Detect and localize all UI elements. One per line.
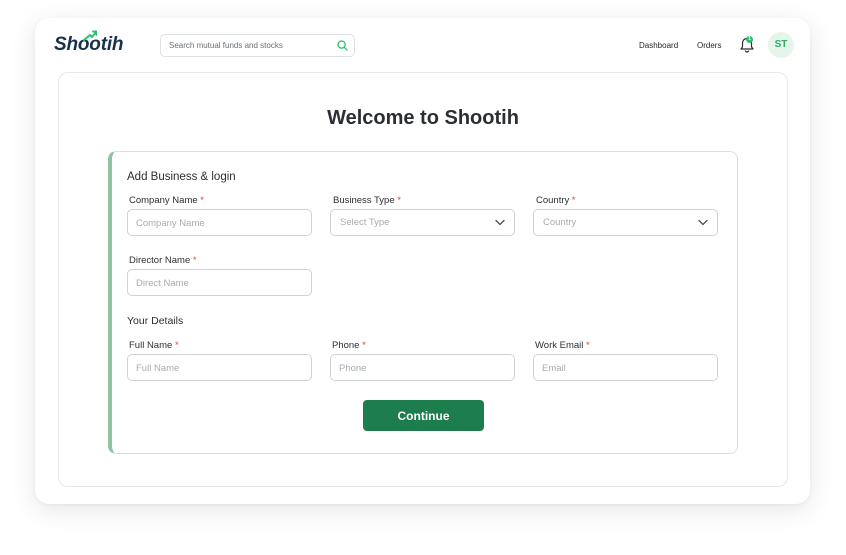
phone-field[interactable] (330, 354, 515, 381)
nav-dashboard[interactable]: Dashboard (639, 41, 678, 50)
app-window: Shootih Dashboard Orders 1 ST Welcome to… (35, 18, 810, 504)
business-type-label: Business Type * (333, 195, 401, 206)
required-marker: * (200, 195, 204, 206)
chevron-down-icon (495, 219, 505, 226)
director-name-input[interactable] (136, 276, 296, 290)
search-bar[interactable] (160, 34, 355, 57)
continue-button[interactable]: Continue (363, 400, 484, 431)
company-name-input[interactable] (136, 216, 296, 230)
section-title-business: Add Business & login (127, 171, 236, 183)
company-name-label: Company Name * (129, 195, 204, 206)
required-marker: * (571, 195, 576, 206)
page-title: Welcome to Shootih (327, 107, 519, 129)
logo-arrow-icon (83, 30, 97, 41)
required-marker: * (174, 340, 179, 351)
work-email-input[interactable] (542, 361, 702, 375)
phone-label: Phone * (332, 340, 366, 351)
avatar[interactable]: ST (768, 32, 794, 58)
director-name-field[interactable] (127, 269, 312, 296)
required-marker: * (192, 255, 197, 266)
full-name-label: Full Name * (129, 340, 179, 351)
main-content: Welcome to Shootih Add Business & login … (58, 72, 788, 487)
work-email-field[interactable] (533, 354, 718, 381)
section-title-details: Your Details (127, 315, 184, 327)
search-icon[interactable] (337, 40, 348, 51)
business-type-select[interactable]: Select Type (330, 209, 515, 236)
required-marker: * (397, 195, 401, 206)
full-name-input[interactable] (136, 361, 296, 375)
director-name-label: Director Name * (129, 255, 197, 266)
company-name-field[interactable] (127, 209, 312, 236)
business-type-placeholder: Select Type (340, 217, 390, 228)
country-placeholder: Country (543, 217, 577, 228)
nav-orders[interactable]: Orders (697, 41, 721, 50)
phone-input[interactable] (339, 361, 499, 375)
country-select[interactable]: Country (533, 209, 718, 236)
logo[interactable]: Shootih (54, 30, 124, 56)
chevron-down-icon (698, 219, 708, 226)
country-label: Country * (536, 195, 576, 206)
required-marker: * (362, 340, 366, 351)
required-marker: * (586, 340, 590, 351)
business-form-card: Add Business & login Company Name * Busi… (108, 151, 738, 454)
work-email-label: Work Email * (535, 340, 590, 351)
notification-badge: 1 (746, 36, 753, 43)
search-input[interactable] (169, 38, 329, 53)
full-name-field[interactable] (127, 354, 312, 381)
